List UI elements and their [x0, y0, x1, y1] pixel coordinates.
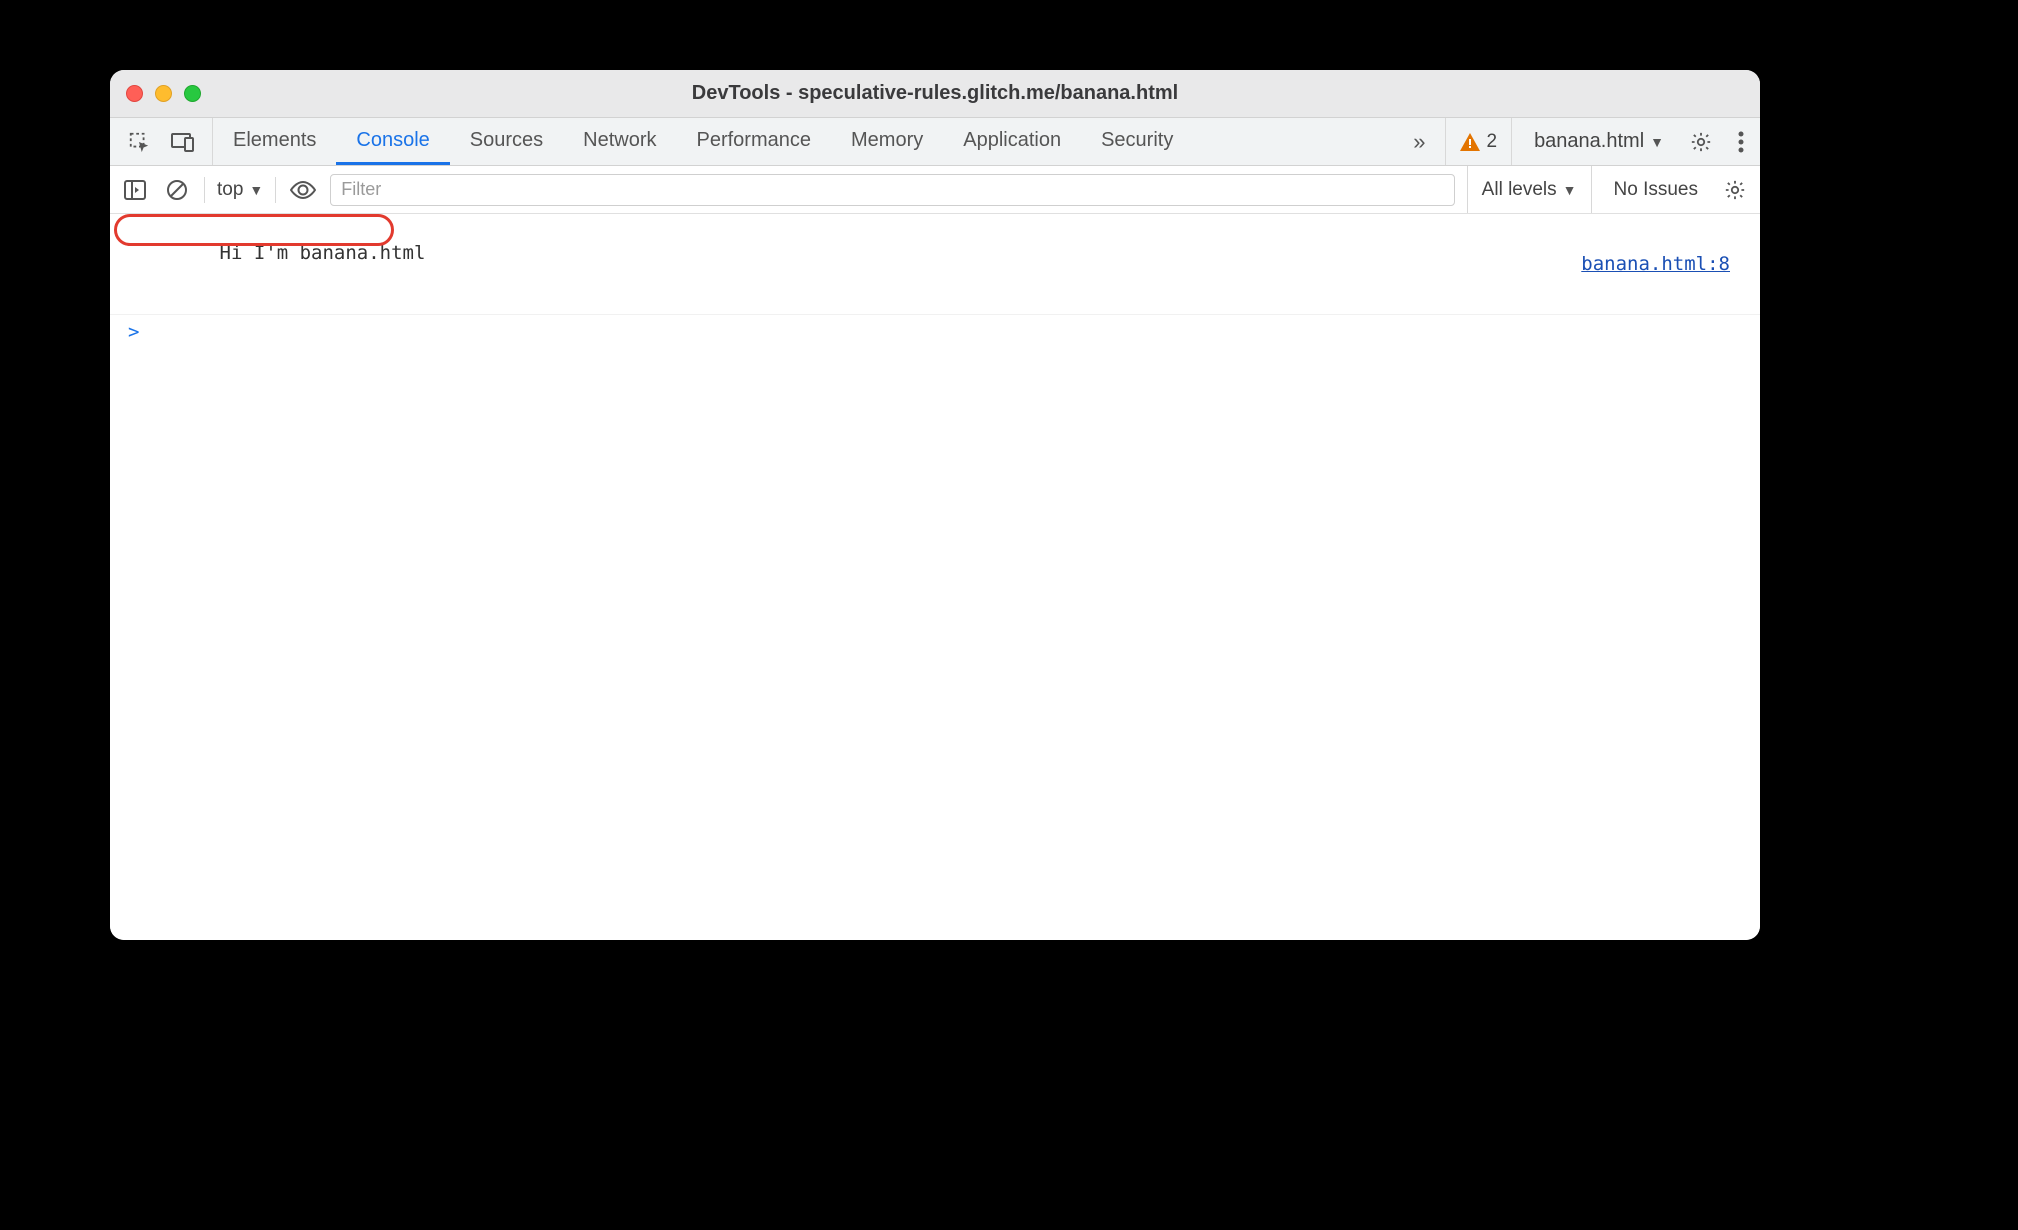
more-options-button[interactable] — [1732, 131, 1750, 153]
devtools-window: DevTools - speculative-rules.glitch.me/b… — [110, 70, 1760, 940]
target-frame-label: banana.html — [1534, 130, 1644, 153]
prompt-caret-icon: > — [128, 321, 139, 343]
window-title: DevTools - speculative-rules.glitch.me/b… — [110, 82, 1760, 105]
tab-network[interactable]: Network — [563, 118, 676, 165]
console-log-message: Hi I'm banana.html — [128, 220, 425, 308]
filter-input[interactable] — [330, 174, 1454, 206]
log-levels-label: All levels — [1482, 179, 1557, 201]
chevron-down-icon: ▼ — [249, 182, 263, 198]
tab-elements[interactable]: Elements — [213, 118, 336, 165]
settings-button[interactable] — [1684, 131, 1718, 153]
log-levels-selector[interactable]: All levels ▼ — [1467, 166, 1592, 213]
console-output: Hi I'm banana.html banana.html:8 > — [110, 214, 1760, 940]
separator — [275, 177, 276, 203]
console-log-text: Hi I'm banana.html — [220, 242, 426, 264]
issues-indicator[interactable]: No Issues — [1604, 179, 1708, 201]
tab-performance[interactable]: Performance — [677, 118, 832, 165]
tab-security[interactable]: Security — [1081, 118, 1193, 165]
console-log-row[interactable]: Hi I'm banana.html banana.html:8 — [110, 214, 1760, 315]
tab-console[interactable]: Console — [336, 118, 449, 165]
console-toolbar: top ▼ All levels ▼ No Issues — [110, 166, 1760, 214]
more-tabs-button[interactable]: » — [1407, 129, 1431, 155]
live-expression-button[interactable] — [288, 175, 318, 205]
zoom-window-button[interactable] — [184, 85, 201, 102]
traffic-lights — [126, 85, 201, 102]
warning-count: 2 — [1486, 131, 1497, 153]
console-settings-button[interactable] — [1720, 179, 1750, 201]
console-log-source-link[interactable]: banana.html:8 — [1581, 253, 1730, 275]
panel-tabs: Elements Console Sources Network Perform… — [213, 118, 1193, 165]
chevron-down-icon: ▼ — [1650, 134, 1664, 150]
toggle-sidebar-button[interactable] — [120, 175, 150, 205]
titlebar: DevTools - speculative-rules.glitch.me/b… — [110, 70, 1760, 118]
minimize-window-button[interactable] — [155, 85, 172, 102]
inspect-element-icon[interactable] — [124, 127, 154, 157]
chevron-down-icon: ▼ — [1563, 182, 1577, 198]
tab-sources[interactable]: Sources — [450, 118, 563, 165]
clear-console-button[interactable] — [162, 175, 192, 205]
tab-memory[interactable]: Memory — [831, 118, 943, 165]
execution-context-label: top — [217, 179, 243, 201]
device-toolbar-icon[interactable] — [168, 127, 198, 157]
separator — [204, 177, 205, 203]
close-window-button[interactable] — [126, 85, 143, 102]
warning-icon — [1460, 133, 1480, 151]
execution-context-selector[interactable]: top ▼ — [217, 179, 263, 201]
issues-label: No Issues — [1614, 179, 1698, 200]
tab-application[interactable]: Application — [943, 118, 1081, 165]
console-prompt[interactable]: > — [110, 315, 1760, 349]
target-frame-selector[interactable]: banana.html ▼ — [1526, 118, 1670, 165]
panel-tabbar: Elements Console Sources Network Perform… — [110, 118, 1760, 166]
warnings-indicator[interactable]: 2 — [1445, 118, 1512, 165]
